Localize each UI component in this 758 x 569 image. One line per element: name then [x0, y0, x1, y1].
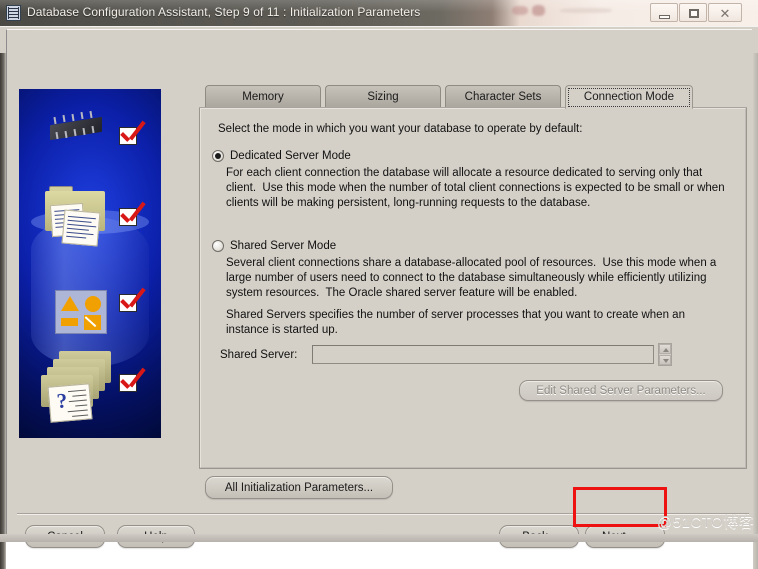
connection-mode-panel: Select the mode in which you want your d…	[199, 107, 747, 469]
checkmark-icon	[119, 367, 146, 394]
dialog-body: ? Memory Sizing Character Sets Connectio…	[0, 26, 758, 569]
database-icon	[6, 5, 21, 21]
stacked-folders-icon: ?	[39, 351, 117, 425]
tab-memory[interactable]: Memory	[205, 85, 321, 108]
shared-server-input[interactable]	[312, 345, 654, 364]
memory-chip-icon	[44, 110, 106, 142]
shared-server-radio[interactable]	[212, 240, 224, 252]
tab-connection-mode[interactable]: Connection Mode	[565, 85, 693, 109]
maximize-button[interactable]	[679, 3, 707, 22]
dialog-frame: ? Memory Sizing Character Sets Connectio…	[6, 29, 752, 548]
folder-documents-icon	[41, 186, 113, 252]
shared-servers-note: Shared Servers specifies the number of s…	[226, 309, 689, 336]
shared-server-spinner[interactable]	[658, 343, 672, 366]
button-label: Edit Shared Server Parameters...	[536, 384, 706, 397]
footer-separator	[17, 513, 749, 515]
dedicated-server-description: For each client connection the database …	[226, 167, 728, 209]
tabstrip: Memory Sizing Character Sets Connection …	[199, 85, 747, 109]
tab-label: Connection Mode	[583, 91, 675, 103]
watermark: @51CTO博客	[657, 514, 755, 531]
dedicated-server-label[interactable]: Dedicated Server Mode	[230, 149, 351, 164]
window-frame-bottom	[0, 534, 758, 542]
tab-label: Character Sets	[464, 91, 542, 103]
close-icon: ✕	[719, 6, 731, 21]
template-shapes-icon	[55, 290, 107, 334]
checkmark-icon	[119, 120, 146, 147]
question-mark-glyph: ?	[55, 388, 69, 414]
dedicated-server-radio[interactable]	[212, 150, 224, 162]
intro-text: Select the mode in which you want your d…	[218, 123, 583, 135]
window-titlebar: Database Configuration Assistant, Step 9…	[0, 0, 758, 26]
dbca-window: Database Configuration Assistant, Step 9…	[0, 0, 758, 569]
minimize-button[interactable]	[650, 3, 678, 22]
tab-label: Sizing	[367, 91, 399, 103]
tab-character-sets[interactable]: Character Sets	[445, 85, 561, 108]
button-label: All Initialization Parameters...	[224, 481, 374, 494]
tab-label: Memory	[242, 91, 284, 103]
window-frame-right	[753, 53, 758, 569]
minimize-icon	[659, 15, 670, 19]
shared-server-label[interactable]: Shared Server Mode	[230, 239, 336, 254]
all-initialization-parameters-button[interactable]: All Initialization Parameters...	[205, 476, 393, 499]
spinner-down-button[interactable]	[659, 355, 671, 365]
spinner-up-button[interactable]	[659, 344, 671, 354]
edit-shared-server-parameters-button[interactable]: Edit Shared Server Parameters...	[519, 380, 723, 401]
tab-sizing[interactable]: Sizing	[325, 85, 441, 108]
window-title: Database Configuration Assistant, Step 9…	[27, 5, 421, 19]
shared-server-description: Several client connections share a datab…	[226, 257, 720, 299]
close-button[interactable]: ✕	[708, 3, 742, 22]
titlebar-artifact	[508, 4, 628, 20]
checkmark-icon	[119, 287, 146, 314]
maximize-icon	[689, 9, 699, 18]
oracle-dbca-illustration: ?	[19, 89, 161, 438]
shared-server-field-label: Shared Server:	[220, 349, 298, 361]
checkmark-icon	[119, 201, 146, 228]
